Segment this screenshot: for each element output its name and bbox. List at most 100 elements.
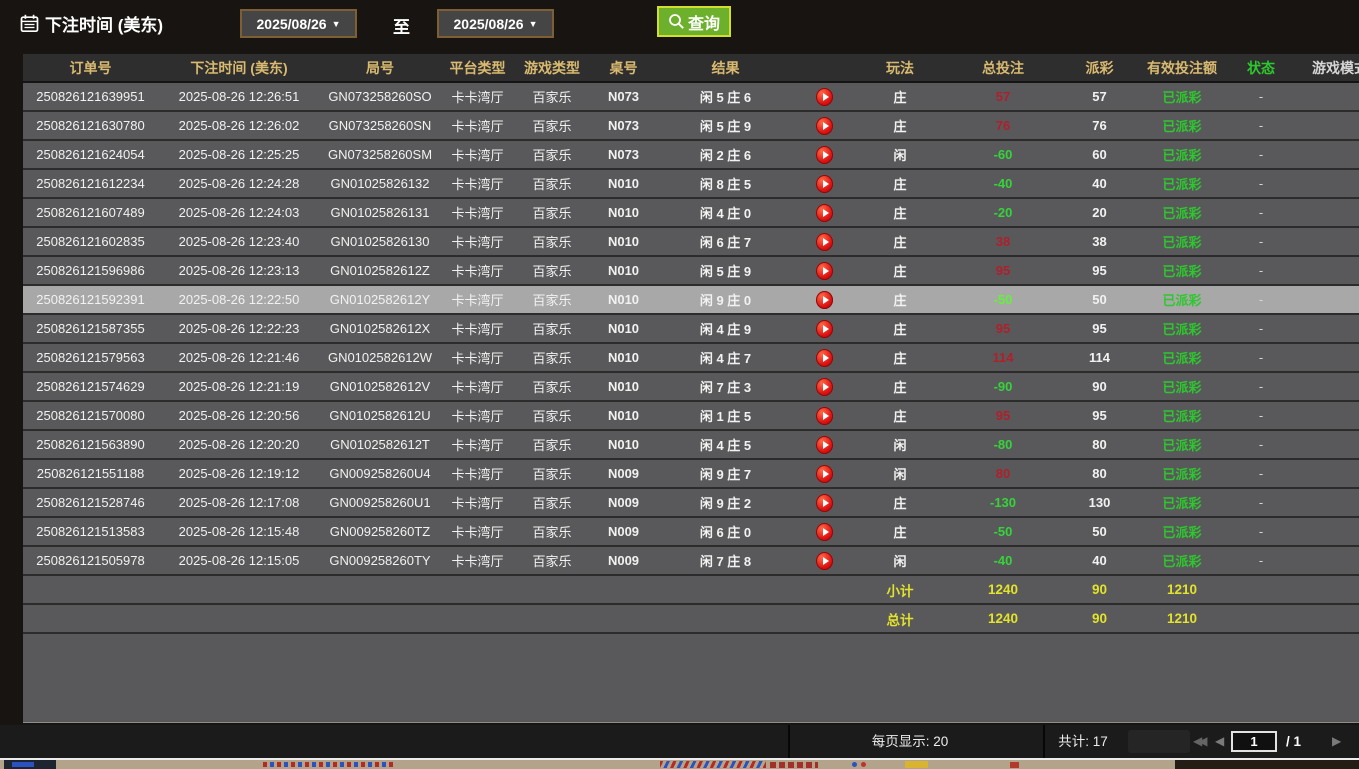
table-row[interactable]: 2508261215511882025-08-26 12:19:12GN0092… (23, 460, 1359, 489)
chevron-down-icon: ▼ (529, 19, 538, 29)
cell-mode: - (1227, 553, 1295, 568)
cell-result: 闲 6 庄 7 (658, 232, 793, 251)
background-red-dot (861, 762, 866, 767)
cell-round-id: GN009258260U4 (320, 466, 440, 481)
table-row[interactable]: 2508261215287462025-08-26 12:17:08GN0092… (23, 489, 1359, 518)
play-triangle-icon (823, 528, 829, 536)
cell-valid-bet: 40 (1062, 553, 1137, 568)
cell-table-no: N073 (589, 147, 658, 162)
replay-play-icon[interactable] (816, 291, 833, 309)
cell-play: 庄 (856, 203, 944, 222)
table-row[interactable]: 2508261216074892025-08-26 12:24:03GN0102… (23, 199, 1359, 228)
cell-replay (793, 233, 856, 251)
replay-play-icon[interactable] (816, 146, 833, 164)
cell-platform: 卡卡湾厅 (440, 261, 515, 280)
column-header-mode: 游戏模式 (1295, 58, 1359, 78)
table-row[interactable]: 2508261216240542025-08-26 12:25:25GN0732… (23, 141, 1359, 170)
column-header-order-id: 订单号 (23, 58, 158, 78)
cell-table-no: N010 (589, 408, 658, 423)
page-number-input[interactable] (1231, 731, 1277, 752)
table-row[interactable]: 2508261216028352025-08-26 12:23:40GN0102… (23, 228, 1359, 257)
table-row[interactable]: 2508261215135832025-08-26 12:15:48GN0092… (23, 518, 1359, 547)
cell-mode: - (1227, 437, 1295, 452)
replay-play-icon[interactable] (816, 494, 833, 512)
replay-play-icon[interactable] (816, 523, 833, 541)
cell-result: 闲 1 庄 5 (658, 406, 793, 425)
prev-page-icon[interactable]: ◀ (1215, 725, 1224, 758)
replay-play-icon[interactable] (816, 233, 833, 251)
cell-play: 闲 (856, 551, 944, 570)
cell-platform: 卡卡湾厅 (440, 174, 515, 193)
replay-play-icon[interactable] (816, 117, 833, 135)
cell-valid-bet: 40 (1062, 176, 1137, 191)
cell-payout-sum: 90 (1062, 611, 1137, 626)
cell-order-id: 250826121607489 (23, 205, 158, 220)
cell-replay (793, 407, 856, 425)
replay-play-icon[interactable] (816, 88, 833, 106)
cell-round-id: GN0102582612V (320, 379, 440, 394)
cell-status: 已派彩 (1137, 203, 1227, 222)
cell-bet-time: 2025-08-26 12:23:13 (158, 263, 320, 278)
replay-play-icon[interactable] (816, 175, 833, 193)
table-row[interactable]: 2508261215873552025-08-26 12:22:23GN0102… (23, 315, 1359, 344)
cell-replay (793, 175, 856, 193)
cell-replay (793, 291, 856, 309)
replay-play-icon[interactable] (816, 465, 833, 483)
replay-play-icon[interactable] (816, 436, 833, 454)
cell-platform: 卡卡湾厅 (440, 464, 515, 483)
cell-result: 闲 9 庄 2 (658, 493, 793, 512)
cell-status: 已派彩 (1137, 493, 1227, 512)
replay-play-icon[interactable] (816, 204, 833, 222)
cell-round-id: GN073258260SO (320, 89, 440, 104)
query-button[interactable]: 查询 (657, 6, 731, 37)
date-from-select[interactable]: 2025/08/26 ▼ (240, 9, 357, 38)
cell-result: 闲 7 庄 3 (658, 377, 793, 396)
cell-payout: -50 (944, 292, 1062, 307)
page-title: 下注时间 (美东) (45, 11, 163, 36)
table-row[interactable]: 2508261215969862025-08-26 12:23:13GN0102… (23, 257, 1359, 286)
replay-play-icon[interactable] (816, 320, 833, 338)
table-row[interactable]: 2508261215795632025-08-26 12:21:46GN0102… (23, 344, 1359, 373)
table-row[interactable]: 2508261216307802025-08-26 12:26:02GN0732… (23, 112, 1359, 141)
cell-play: 闲 (856, 435, 944, 454)
cell-result: 闲 5 庄 9 (658, 261, 793, 280)
cell-game-type: 百家乐 (515, 348, 589, 367)
cell-status: 已派彩 (1137, 435, 1227, 454)
cell-status: 已派彩 (1137, 116, 1227, 135)
cell-table-no: N009 (589, 524, 658, 539)
next-page-icon[interactable]: ▶ (1332, 725, 1341, 758)
table-row[interactable]: 2508261216122342025-08-26 12:24:28GN0102… (23, 170, 1359, 199)
table-row[interactable]: 2508261215746292025-08-26 12:21:19GN0102… (23, 373, 1359, 402)
cell-replay (793, 320, 856, 338)
column-header-round-id: 局号 (320, 58, 440, 78)
date-to-value: 2025/08/26 (454, 16, 524, 32)
replay-play-icon[interactable] (816, 378, 833, 396)
play-triangle-icon (823, 209, 829, 217)
replay-play-icon[interactable] (816, 552, 833, 570)
replay-play-icon[interactable] (816, 262, 833, 280)
cell-bet-time: 2025-08-26 12:26:51 (158, 89, 320, 104)
play-triangle-icon (823, 354, 829, 362)
replay-play-icon[interactable] (816, 407, 833, 425)
replay-play-icon[interactable] (816, 349, 833, 367)
cell-mode: - (1227, 524, 1295, 539)
table-row[interactable]: 2508261215059782025-08-26 12:15:05GN0092… (23, 547, 1359, 576)
cell-game-type: 百家乐 (515, 522, 589, 541)
table-row[interactable]: 2508261215700802025-08-26 12:20:56GN0102… (23, 402, 1359, 431)
first-page-icon[interactable]: ◀◀ (1193, 725, 1203, 758)
cell-payout: 95 (944, 408, 1062, 423)
date-to-select[interactable]: 2025/08/26 ▼ (437, 9, 554, 38)
table-row[interactable]: 2508261216399512025-08-26 12:26:51GN0732… (23, 83, 1359, 112)
column-header-total-bet: 总投注 (944, 58, 1062, 78)
cell-game-type: 百家乐 (515, 116, 589, 135)
cell-bet-time: 2025-08-26 12:24:28 (158, 176, 320, 191)
cell-valid-bet: 50 (1062, 292, 1137, 307)
table-row-selected[interactable]: 2508261215923912025-08-26 12:22:50GN0102… (23, 286, 1359, 315)
cell-play: 庄 (856, 87, 944, 106)
play-triangle-icon (823, 238, 829, 246)
cell-table-no: N010 (589, 321, 658, 336)
play-triangle-icon (823, 557, 829, 565)
cell-bet-time: 2025-08-26 12:26:02 (158, 118, 320, 133)
table-row[interactable]: 2508261215638902025-08-26 12:20:20GN0102… (23, 431, 1359, 460)
cell-total-bet-sum: 1240 (944, 611, 1062, 626)
